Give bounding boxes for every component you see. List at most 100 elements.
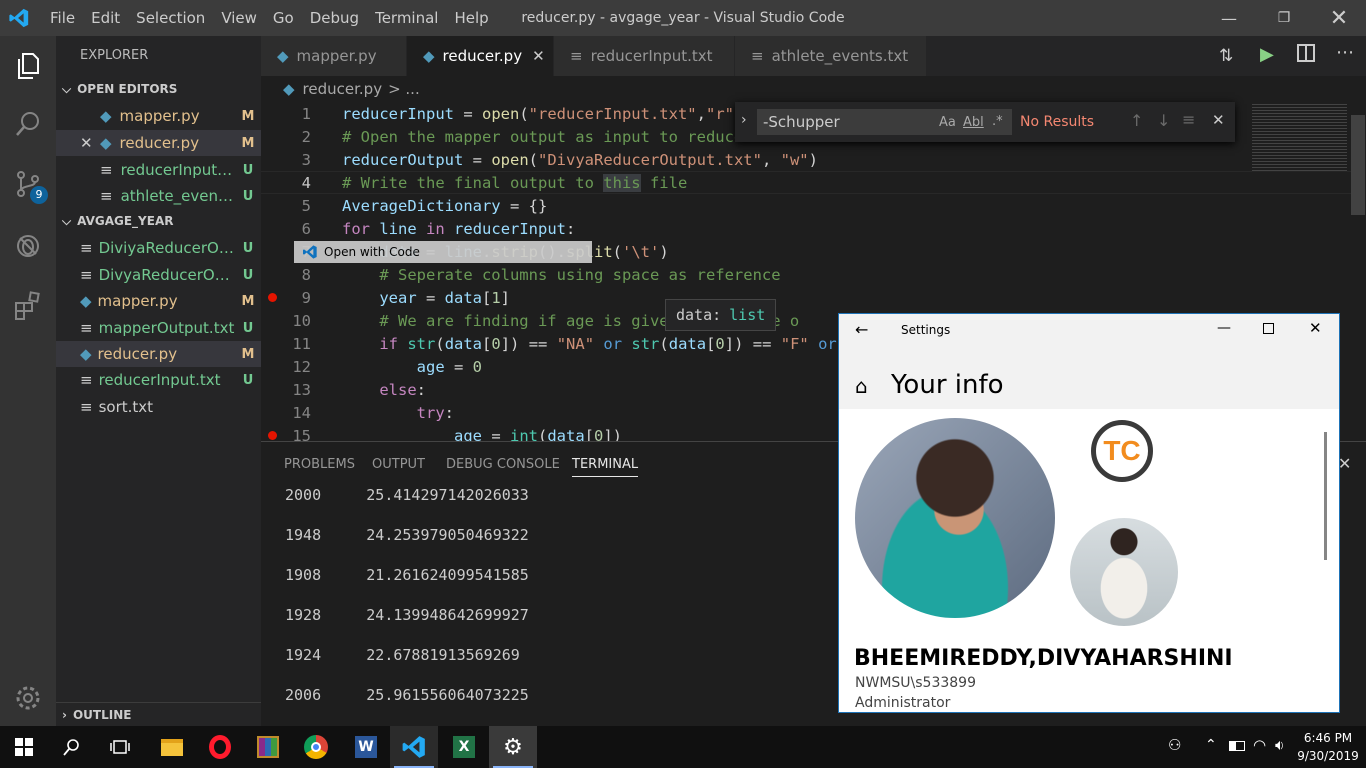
settings-minimize-icon[interactable]: — bbox=[1217, 320, 1231, 336]
breakpoint-icon[interactable] bbox=[268, 431, 277, 440]
chrome-taskbar[interactable] bbox=[292, 726, 340, 768]
text-file-icon: ≡ bbox=[80, 398, 93, 416]
breadcrumb-rest[interactable]: > ... bbox=[388, 80, 420, 98]
close-find-icon[interactable]: ✕ bbox=[1212, 111, 1225, 129]
menu-terminal[interactable]: Terminal bbox=[367, 0, 446, 36]
activity-bar: 9 bbox=[0, 36, 56, 726]
code-line: age = 0 bbox=[416, 357, 482, 376]
open-editor-reducerinput[interactable]: ≡ reducerInput.... U bbox=[56, 157, 261, 183]
settings-taskbar[interactable]: ⚙ bbox=[489, 726, 537, 768]
search-taskbar-button[interactable] bbox=[48, 726, 96, 768]
source-control-activity[interactable]: 9 bbox=[0, 156, 56, 212]
start-button[interactable] bbox=[0, 726, 48, 768]
chrome-icon bbox=[304, 735, 328, 759]
match-case-icon[interactable]: Aa bbox=[939, 115, 956, 130]
tab-mapper[interactable]: ◆ mapper.py bbox=[261, 36, 407, 76]
open-editor-mapper[interactable]: ◆ mapper.py M bbox=[56, 103, 261, 129]
find-in-selection-icon[interactable]: ≡ bbox=[1182, 110, 1195, 129]
settings-close-icon[interactable]: ✕ bbox=[1309, 319, 1322, 337]
code-line: year = data[1] bbox=[379, 288, 511, 307]
explorer-sidebar: EXPLORER ⌵ OPEN EDITORS ◆ mapper.py M ✕ ◆… bbox=[56, 36, 261, 726]
menu-go[interactable]: Go bbox=[265, 0, 302, 36]
file-item[interactable]: ≡ mapperOutput.txt U bbox=[56, 315, 261, 341]
battery-icon[interactable] bbox=[1229, 741, 1245, 751]
close-tab-icon[interactable]: ✕ bbox=[532, 47, 545, 65]
excel-taskbar[interactable]: X bbox=[440, 726, 488, 768]
editor-scrollbar[interactable] bbox=[1351, 115, 1365, 215]
open-with-code-tooltip[interactable]: Open with Code bbox=[294, 241, 592, 263]
task-view-button[interactable] bbox=[96, 726, 144, 768]
menu-debug[interactable]: Debug bbox=[302, 0, 367, 36]
chevron-up-icon[interactable]: ⌃ bbox=[1205, 737, 1217, 753]
regex-icon[interactable]: .* bbox=[992, 114, 1003, 129]
tab-problems[interactable]: PROBLEMS bbox=[284, 457, 355, 472]
outline-header[interactable]: › OUTLINE bbox=[56, 702, 261, 726]
people-icon[interactable]: ⚇ bbox=[1168, 736, 1181, 754]
winrar-taskbar[interactable] bbox=[244, 726, 292, 768]
compare-changes-icon[interactable]: ⇅ bbox=[1219, 46, 1233, 66]
breakpoint-icon[interactable] bbox=[268, 293, 277, 302]
next-match-icon[interactable]: ↓ bbox=[1157, 111, 1170, 130]
open-editors-header[interactable]: ⌵ OPEN EDITORS bbox=[56, 78, 261, 100]
tab-reducer[interactable]: ◆ reducer.py ✕ bbox=[407, 36, 554, 76]
file-item[interactable]: ◆ mapper.py M bbox=[56, 288, 261, 314]
extensions-activity[interactable] bbox=[0, 278, 56, 334]
opera-taskbar[interactable] bbox=[196, 726, 244, 768]
settings-maximize-icon[interactable] bbox=[1263, 323, 1274, 334]
word-icon: W bbox=[355, 736, 377, 758]
hover-type: list bbox=[729, 306, 766, 324]
file-item[interactable]: ≡ DiviyaReducerOu... U bbox=[56, 235, 261, 261]
volume-icon[interactable]: 🔉︎ bbox=[1275, 736, 1284, 754]
home-icon[interactable]: ⌂ bbox=[855, 374, 868, 398]
explorer-title: EXPLORER bbox=[80, 48, 149, 63]
close-editor-icon[interactable]: ✕ bbox=[80, 134, 100, 152]
split-editor-icon[interactable] bbox=[1297, 44, 1315, 62]
word-taskbar[interactable]: W bbox=[342, 726, 390, 768]
menu-selection[interactable]: Selection bbox=[128, 0, 213, 36]
settings-scrollbar[interactable] bbox=[1324, 432, 1327, 560]
tab-debug-console[interactable]: DEBUG CONSOLE bbox=[446, 457, 560, 472]
tab-athlete-events[interactable]: ≡ athlete_events.txt bbox=[735, 36, 927, 76]
vscode-taskbar[interactable] bbox=[390, 726, 438, 768]
minimap[interactable] bbox=[1252, 102, 1347, 172]
menu-help[interactable]: Help bbox=[446, 0, 496, 36]
previous-match-icon[interactable]: ↑ bbox=[1130, 111, 1143, 130]
menu-edit[interactable]: Edit bbox=[83, 0, 128, 36]
restore-button[interactable]: ❐ bbox=[1261, 0, 1307, 36]
tab-output[interactable]: OUTPUT bbox=[372, 457, 425, 472]
file-explorer-taskbar[interactable] bbox=[148, 726, 196, 768]
run-icon[interactable]: ▶ bbox=[1260, 44, 1274, 65]
code-line: else: bbox=[379, 380, 426, 399]
tab-reducerinput[interactable]: ≡ reducerInput.txt bbox=[554, 36, 735, 76]
terminal-row: 1924 22.67881913569269 bbox=[285, 646, 520, 664]
manage-activity[interactable] bbox=[0, 670, 56, 726]
clock[interactable]: 6:46 PM 9/30/2019 bbox=[1296, 729, 1360, 765]
menu-file[interactable]: File bbox=[42, 0, 83, 36]
file-item[interactable]: ≡ sort.txt bbox=[56, 394, 261, 420]
search-activity[interactable] bbox=[0, 96, 56, 152]
match-word-icon[interactable]: Abl bbox=[963, 115, 984, 130]
wifi-icon[interactable]: ◠ bbox=[1253, 736, 1266, 754]
secondary-photo[interactable] bbox=[1070, 518, 1178, 626]
close-panel-icon[interactable]: ✕ bbox=[1338, 454, 1351, 473]
profile-photo[interactable] bbox=[855, 418, 1055, 618]
line-number: 5 bbox=[301, 196, 311, 215]
file-item[interactable]: ≡ reducerInput.txt U bbox=[56, 367, 261, 393]
close-window-button[interactable]: ✕ bbox=[1316, 0, 1362, 36]
menu-view[interactable]: View bbox=[213, 0, 265, 36]
open-editor-reducer[interactable]: ✕ ◆ reducer.py M bbox=[56, 130, 261, 156]
tab-terminal[interactable]: TERMINAL bbox=[572, 457, 639, 477]
file-item[interactable]: ◆ reducer.py M bbox=[56, 341, 261, 367]
code-line: # Seperate columns using space as refere… bbox=[342, 265, 781, 284]
debug-activity[interactable] bbox=[0, 218, 56, 274]
file-item[interactable]: ≡ DivyaReducerOut... U bbox=[56, 262, 261, 288]
title-bar: File Edit Selection View Go Debug Termin… bbox=[0, 0, 1366, 36]
breadcrumb-file[interactable]: reducer.py bbox=[303, 80, 383, 98]
folder-header[interactable]: ⌵ AVGAGE_YEAR bbox=[56, 210, 261, 232]
toggle-replace-icon[interactable]: › bbox=[741, 112, 747, 128]
open-editor-athlete-events[interactable]: ≡ athlete_event... U bbox=[56, 183, 261, 209]
explorer-activity[interactable] bbox=[0, 38, 56, 94]
minimize-button[interactable]: — bbox=[1206, 0, 1252, 36]
back-arrow-icon[interactable]: ← bbox=[855, 320, 868, 339]
more-actions-icon[interactable]: ⋯ bbox=[1336, 42, 1354, 63]
